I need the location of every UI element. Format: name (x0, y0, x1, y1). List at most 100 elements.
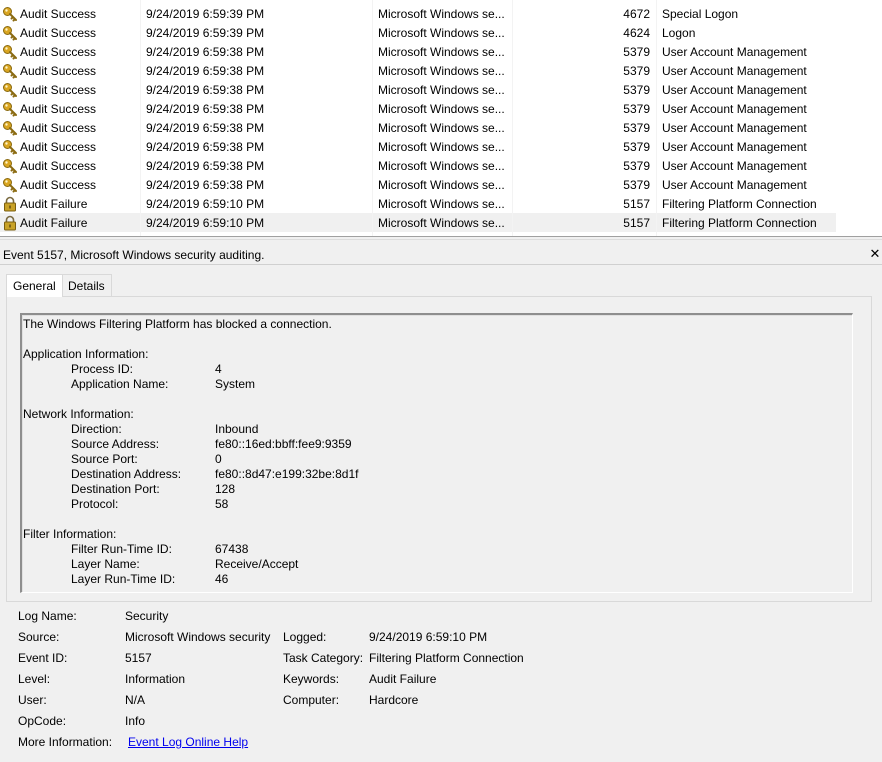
event-row[interactable]: Audit Success 9/24/2019 6:59:39 PM Microso… (0, 23, 836, 42)
event-list[interactable]: Audit Success 9/24/2019 6:59:39 PM Microso… (0, 0, 882, 236)
event-row[interactable]: Audit Success 9/24/2019 6:59:38 PM Microso… (0, 175, 836, 194)
event-row[interactable]: Audit Success 9/24/2019 6:59:38 PM Microso… (0, 61, 836, 80)
destination-port-label: Destination Port: (71, 482, 160, 496)
event-level: Audit Success (20, 44, 97, 59)
event-id: 5157 (623, 215, 650, 230)
logged-value: 9/24/2019 6:59:10 PM (369, 630, 488, 644)
column-separator (656, 0, 657, 236)
event-level: Audit Success (20, 177, 97, 192)
event-log-online-help-link[interactable]: Event Log Online Help (128, 735, 248, 749)
key-icon (2, 44, 18, 60)
event-date: 9/24/2019 6:59:38 PM (146, 101, 265, 116)
event-task-category: User Account Management (662, 158, 807, 173)
event-level: Audit Success (20, 25, 97, 40)
event-id: 5379 (623, 101, 650, 116)
tab-details[interactable]: Details (61, 274, 112, 296)
column-separator (140, 0, 141, 236)
event-source: Microsoft Windows se... (378, 6, 505, 21)
event-task-category: User Account Management (662, 63, 807, 78)
event-task-category: User Account Management (662, 82, 807, 97)
source-port-label: Source Port: (71, 452, 138, 466)
event-source: Microsoft Windows se... (378, 120, 505, 135)
event-task-category: Special Logon (662, 6, 739, 21)
event-id: 5379 (623, 120, 650, 135)
key-icon (2, 158, 18, 174)
direction-value: Inbound (215, 422, 259, 436)
event-task-category: Logon (662, 25, 696, 40)
pane-splitter[interactable] (0, 236, 882, 240)
task-category-label: Task Category: (283, 651, 364, 665)
lock-icon (2, 196, 18, 212)
event-level: Audit Success (20, 6, 97, 21)
event-source: Microsoft Windows se... (378, 215, 505, 230)
event-id: 5379 (623, 82, 650, 97)
event-row[interactable]: Audit Success 9/24/2019 6:59:38 PM Microso… (0, 99, 836, 118)
event-source: Microsoft Windows se... (378, 101, 505, 116)
event-task-category: Filtering Platform Connection (662, 196, 817, 211)
event-date: 9/24/2019 6:59:10 PM (146, 215, 265, 230)
event-id: 4672 (623, 6, 650, 21)
description-intro: The Windows Filtering Platform has block… (23, 317, 332, 331)
source-address-value: fe80::16ed:bbff:fee9:9359 (215, 437, 352, 451)
tab-general[interactable]: General (6, 274, 63, 297)
event-date: 9/24/2019 6:59:38 PM (146, 82, 265, 97)
event-source: Microsoft Windows se... (378, 177, 505, 192)
event-id: 5379 (623, 177, 650, 192)
key-icon (2, 25, 18, 41)
layer-name-value: Receive/Accept (215, 557, 299, 571)
event-row[interactable]: Audit Failure 9/24/2019 6:59:10 PM Microso… (0, 213, 836, 232)
event-date: 9/24/2019 6:59:38 PM (146, 63, 265, 78)
key-icon (2, 101, 18, 117)
opcode-value: Info (125, 714, 146, 728)
event-description-box[interactable]: The Windows Filtering Platform has block… (20, 313, 853, 593)
event-task-category: User Account Management (662, 44, 807, 59)
layer-id-value: 46 (215, 572, 229, 586)
event-row[interactable]: Audit Success 9/24/2019 6:59:38 PM Microso… (0, 42, 836, 61)
keywords-value: Audit Failure (369, 672, 437, 686)
event-date: 9/24/2019 6:59:10 PM (146, 196, 265, 211)
user-value: N/A (125, 693, 146, 707)
event-source: Microsoft Windows se... (378, 25, 505, 40)
event-date: 9/24/2019 6:59:38 PM (146, 139, 265, 154)
more-info-label: More Information: (18, 735, 113, 749)
key-icon (2, 63, 18, 79)
process-id-label: Process ID: (71, 362, 134, 376)
event-task-category: User Account Management (662, 101, 807, 116)
event-row[interactable]: Audit Success 9/24/2019 6:59:38 PM Microso… (0, 137, 836, 156)
event-task-category: User Account Management (662, 139, 807, 154)
event-row[interactable]: Audit Failure 9/24/2019 6:59:10 PM Microso… (0, 194, 836, 213)
key-icon (2, 177, 18, 193)
detail-title-bar: Event 5157, Microsoft Windows security a… (0, 245, 882, 265)
event-source: Microsoft Windows se... (378, 63, 505, 78)
event-level: Audit Success (20, 158, 97, 173)
key-icon (2, 139, 18, 155)
layer-name-label: Layer Name: (71, 557, 140, 571)
key-icon (2, 120, 18, 136)
key-icon (2, 82, 18, 98)
filter-id-value: 67438 (215, 542, 249, 556)
destination-address-value: fe80::8d47:e199:32be:8d1f (215, 467, 359, 481)
event-source: Microsoft Windows se... (378, 196, 505, 211)
event-row[interactable]: Audit Success 9/24/2019 6:59:38 PM Microso… (0, 156, 836, 175)
log-name-value: Security (125, 609, 169, 623)
event-id: 5379 (623, 158, 650, 173)
key-icon (2, 6, 18, 22)
event-row[interactable]: Audit Success 9/24/2019 6:59:38 PM Microso… (0, 118, 836, 137)
log-name-label: Log Name: (18, 609, 77, 623)
event-id: 4624 (623, 25, 650, 40)
source-address-label: Source Address: (71, 437, 160, 451)
source-port-value: 0 (215, 452, 222, 466)
close-icon[interactable]: ✕ (869, 247, 881, 261)
keywords-label: Keywords: (283, 672, 340, 686)
event-row[interactable]: Audit Success 9/24/2019 6:59:39 PM Microso… (0, 4, 836, 23)
event-level: Audit Failure (20, 196, 88, 211)
level-value: Information (125, 672, 186, 686)
event-level: Audit Success (20, 82, 97, 97)
direction-label: Direction: (71, 422, 122, 436)
protocol-value: 58 (215, 497, 229, 511)
source-value: Microsoft Windows security (125, 630, 271, 644)
logged-label: Logged: (283, 630, 327, 644)
event-level: Audit Success (20, 139, 97, 154)
event-row[interactable]: Audit Success 9/24/2019 6:59:38 PM Microso… (0, 80, 836, 99)
process-id-value: 4 (215, 362, 222, 376)
